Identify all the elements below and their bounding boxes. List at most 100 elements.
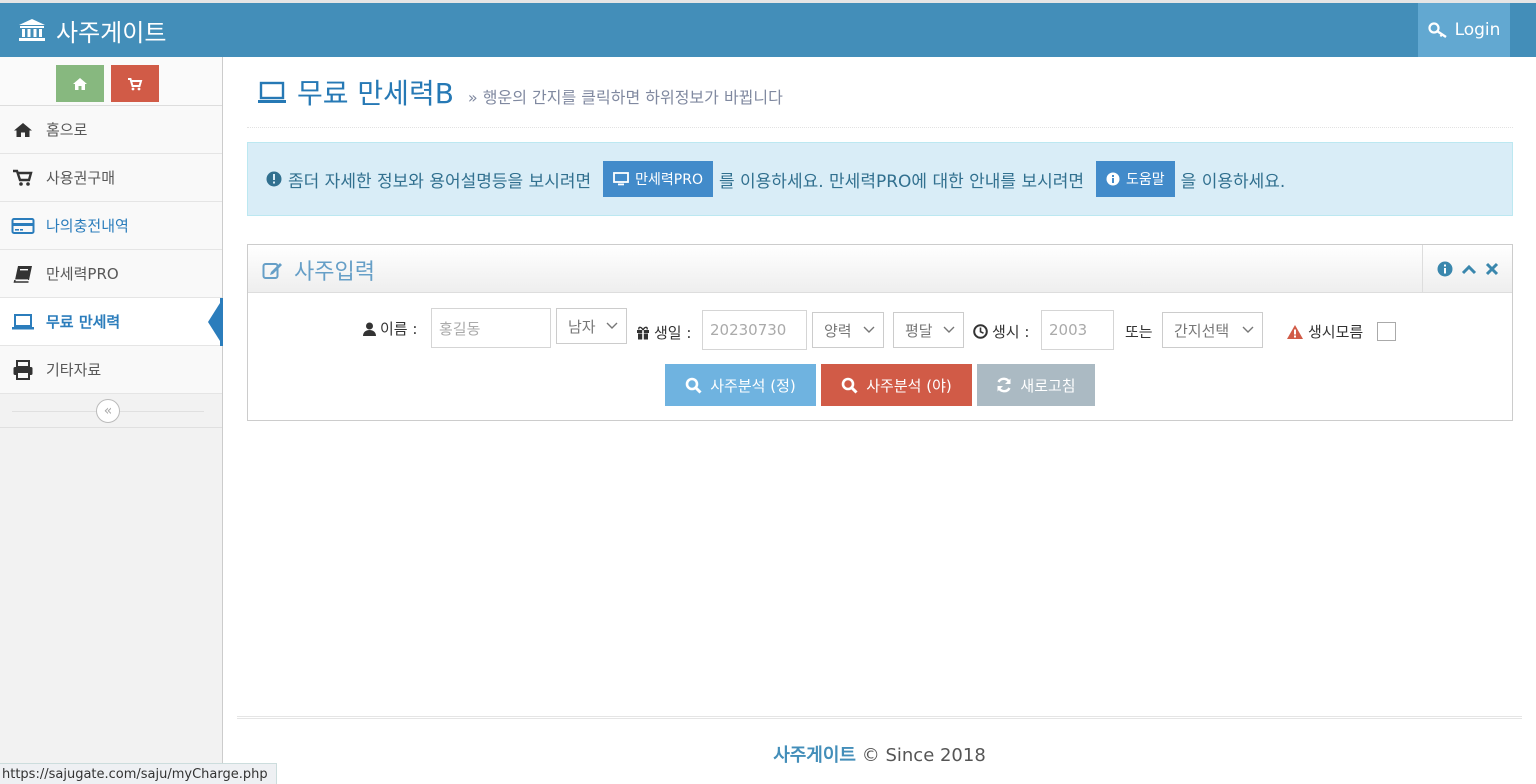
active-indicator: [208, 303, 220, 341]
chevron-down-icon: [943, 326, 955, 333]
alert-text-3: 을 이용하세요.: [1180, 171, 1286, 192]
name-label: 이름 :: [363, 318, 417, 339]
search-icon: [841, 377, 858, 394]
gender-value: 남자: [568, 317, 596, 336]
brand-name: 사주게이트: [56, 18, 167, 47]
sidebar-item-label: 나의충전내역: [46, 217, 129, 235]
calendar-select[interactable]: 양력: [812, 312, 884, 348]
user-icon: [363, 322, 376, 336]
footer-brand: 사주게이트: [773, 745, 856, 766]
widget-toolbar: [1422, 245, 1512, 292]
bank-icon: [19, 19, 45, 41]
help-link-label: 도움말: [1126, 172, 1165, 188]
sidebar-collapse-button[interactable]: «: [96, 399, 120, 423]
name-placeholder: 홍길동: [439, 319, 481, 338]
search-icon: [685, 377, 702, 394]
sidebar-collapse-row: «: [0, 394, 222, 428]
edit-icon: [262, 263, 282, 279]
warning-icon: [1287, 324, 1303, 339]
sidebar-item-pro[interactable]: 만세력PRO: [0, 250, 222, 298]
month-type-select[interactable]: 평달: [893, 312, 964, 348]
or-label: 또는: [1125, 323, 1153, 341]
widget-collapse-button[interactable]: [1461, 262, 1477, 276]
chevron-up-icon: [1461, 264, 1476, 274]
unknown-time-checkbox[interactable]: [1377, 322, 1396, 341]
laptop-icon: [12, 313, 34, 329]
sidebar: 홈으로 사용권구매 나의충전내역 만세력PRO 무료 만세력 기타자료 «: [0, 57, 223, 784]
sidebar-item-label: 사용권구매: [46, 169, 116, 187]
sidebar-item-purchase[interactable]: 사용권구매: [0, 154, 222, 202]
refresh-button[interactable]: 새로고침: [977, 364, 1095, 406]
close-icon: [1485, 262, 1498, 275]
page-header: 무료 만세력B » 행운의 간지를 클릭하면 하위정보가 바뀝니다: [247, 64, 1513, 128]
footer-text: 사주게이트 © Since 2018: [237, 741, 1522, 767]
widget-title: 사주입력: [262, 254, 375, 286]
saju-input-widget: 사주입력 이름 : 홍길동 남자 생일 : 20230730 양력 평달 생시 …: [247, 244, 1513, 421]
cart-icon: [13, 169, 33, 186]
key-icon: [1427, 22, 1447, 38]
analyze-day-button[interactable]: 사주분석 (정): [665, 364, 816, 406]
time-placeholder: 2003: [1049, 321, 1088, 339]
home-icon: [73, 77, 87, 90]
shortcut-home-button[interactable]: [56, 65, 104, 102]
name-input[interactable]: 홍길동: [431, 308, 551, 348]
page-subtitle: » 행운의 간지를 클릭하면 하위정보가 바뀝니다: [467, 88, 783, 107]
sidebar-item-etc[interactable]: 기타자료: [0, 346, 222, 394]
analyze-night-button[interactable]: 사주분석 (야): [821, 364, 972, 406]
footer: 사주게이트 © Since 2018: [237, 716, 1522, 784]
gift-icon: [637, 326, 649, 340]
info-circle-icon: [1106, 172, 1120, 186]
time-input[interactable]: 2003: [1041, 310, 1114, 350]
navbar: 사주게이트 Login: [0, 0, 1536, 57]
link-status-bar: https://sajugate.com/saju/myCharge.php: [0, 763, 277, 784]
refresh-label: 새로고침: [1020, 376, 1076, 395]
status-url: https://sajugate.com/saju/myCharge.php: [2, 766, 268, 782]
sidebar-item-charge-history[interactable]: 나의충전내역: [0, 202, 222, 250]
sidebar-item-label: 홈으로: [46, 121, 88, 139]
widget-header: 사주입력: [248, 245, 1512, 293]
pro-link-button[interactable]: 만세력PRO: [603, 161, 713, 197]
unknown-time-label: 생시모름: [1286, 321, 1363, 342]
help-link-button[interactable]: 도움말: [1096, 161, 1175, 197]
sidebar-item-home[interactable]: 홈으로: [0, 106, 222, 154]
double-chevron-left-icon: «: [103, 403, 113, 419]
month-type-value: 평달: [905, 321, 933, 340]
info-circle-icon: [266, 171, 282, 187]
ganji-select[interactable]: 간지선택: [1162, 312, 1263, 348]
login-label: Login: [1454, 20, 1501, 40]
sidebar-item-label: 기타자료: [46, 361, 102, 379]
sidebar-item-label: 무료 만세력: [46, 313, 121, 331]
widget-close-button[interactable]: [1485, 262, 1499, 276]
calendar-value: 양력: [824, 321, 852, 340]
gender-select[interactable]: 남자: [556, 308, 627, 344]
birth-input[interactable]: 20230730: [702, 310, 807, 350]
sidebar-item-free-calendar[interactable]: 무료 만세력: [0, 298, 223, 346]
book-icon: [13, 265, 32, 283]
print-icon: [13, 359, 33, 380]
alert-text-2: 를 이용하세요. 만세력PRO에 대한 안내를 보시려면: [718, 171, 1085, 192]
footer-since: © Since 2018: [861, 745, 986, 766]
birth-label: 생일 :: [636, 322, 691, 343]
page-title-text: 무료 만세력B: [297, 77, 454, 110]
widget-info-button[interactable]: [1437, 261, 1453, 277]
clock-icon: [973, 324, 988, 339]
cart-icon: [128, 77, 143, 90]
chevron-down-icon: [1242, 326, 1254, 333]
brand-link[interactable]: 사주게이트: [18, 13, 166, 47]
analyze-day-label: 사주분석 (정): [710, 376, 796, 395]
info-alert: 좀더 자세한 정보와 용어설명등을 보시려면 만세력PRO 를 이용하세요. 만…: [247, 142, 1513, 216]
credit-card-icon: [11, 217, 35, 234]
home-icon: [14, 122, 32, 137]
chevron-down-icon: [606, 322, 618, 329]
page-title: 무료 만세력B » 행운의 간지를 클릭하면 하위정보가 바뀝니다: [257, 72, 783, 112]
pro-link-label: 만세력PRO: [635, 172, 703, 188]
info-circle-icon: [1437, 261, 1452, 276]
time-label: 생시 :: [973, 321, 1029, 342]
refresh-icon: [997, 377, 1012, 393]
birth-placeholder: 20230730: [710, 321, 787, 339]
shortcut-cart-button[interactable]: [111, 65, 159, 102]
widget-title-text: 사주입력: [294, 260, 375, 285]
ganji-value: 간지선택: [1174, 321, 1230, 340]
analyze-night-label: 사주분석 (야): [866, 376, 952, 395]
login-button[interactable]: Login: [1418, 3, 1510, 57]
